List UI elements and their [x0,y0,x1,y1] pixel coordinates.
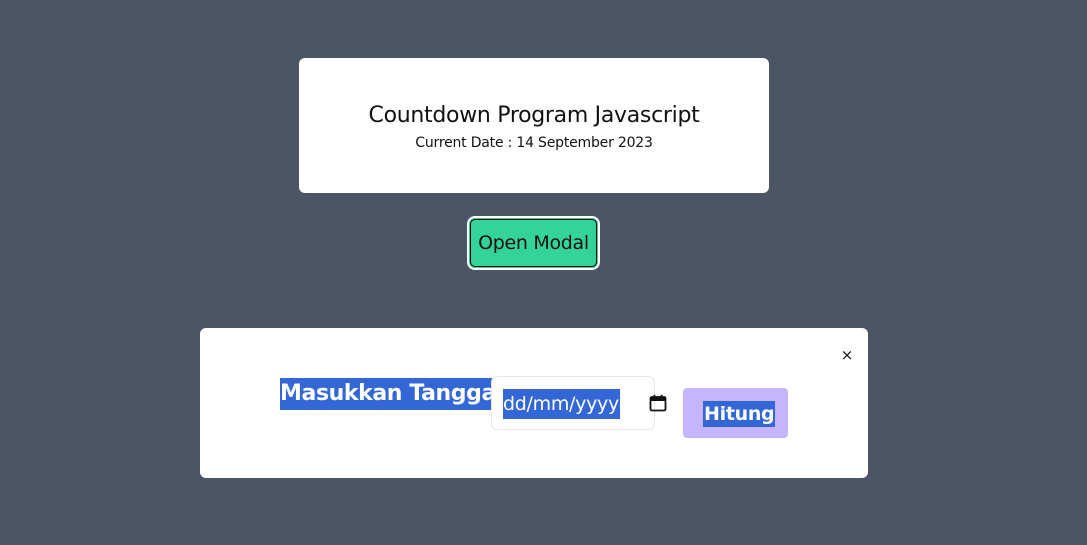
hitung-button[interactable]: Hitung [683,388,788,438]
date-input[interactable]: dd/mm/yyyy [491,376,667,430]
date-placeholder: dd/mm/yyyy [503,389,620,419]
hitung-button-label: Hitung [703,401,776,427]
close-icon[interactable]: × [838,345,856,365]
open-modal-button[interactable]: Open Modal [467,216,600,270]
page-title: Countdown Program Javascript [368,103,700,128]
calendar-icon[interactable] [649,394,667,412]
header-card: Countdown Program Javascript Current Dat… [299,58,769,193]
current-date: Current Date : 14 September 2023 [415,135,653,151]
date-label: Masukkan Tanggal [280,378,506,410]
